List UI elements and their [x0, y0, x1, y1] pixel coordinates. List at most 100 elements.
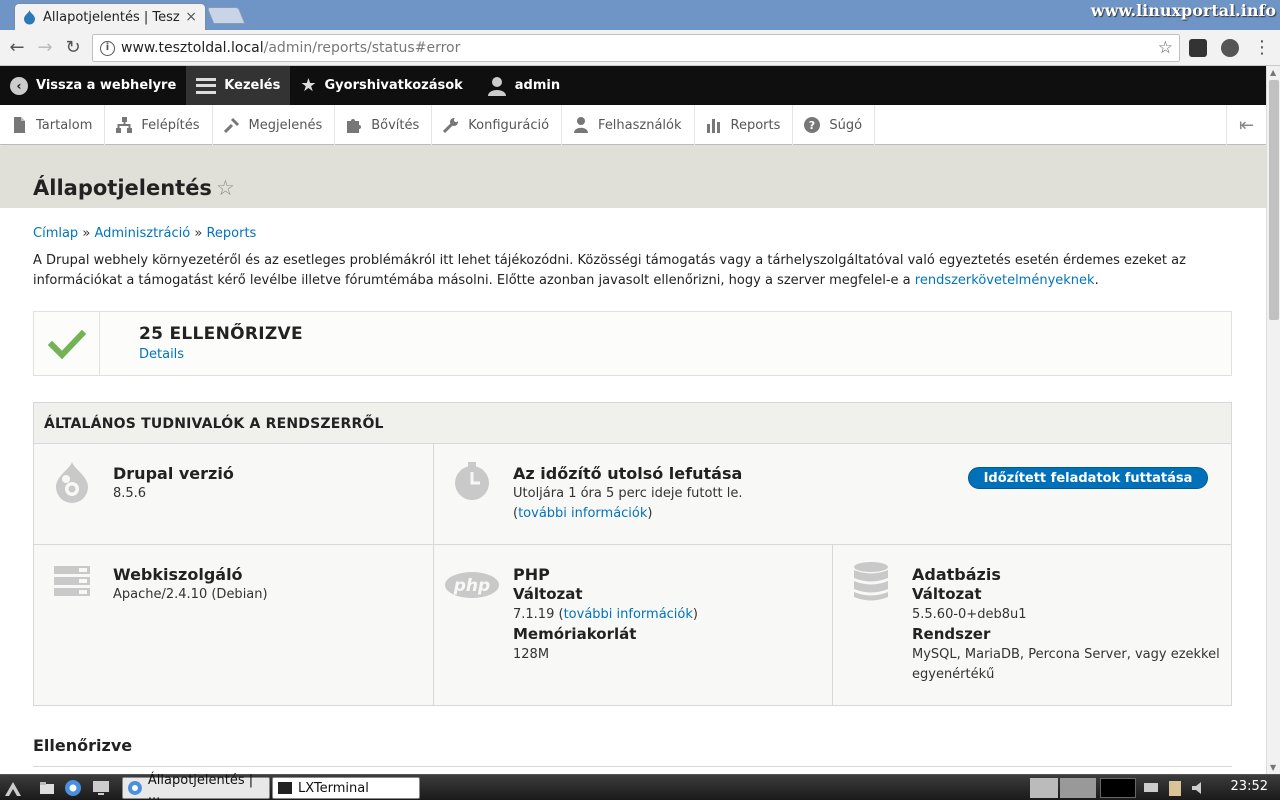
browser-tab-active[interactable]: Állapotjelentés | Tesz ×	[14, 3, 206, 30]
user-label: admin	[514, 78, 561, 93]
details-link[interactable]: Details	[139, 347, 184, 362]
chrome-icon[interactable]	[64, 779, 82, 797]
tray-label: Felépítés	[141, 117, 200, 133]
new-tab-button[interactable]	[206, 7, 246, 24]
reload-icon[interactable]: ↻	[62, 37, 84, 59]
desktop-icon[interactable]	[92, 779, 110, 797]
webserver-title: Webkiszolgáló	[113, 565, 243, 584]
php-title: PHP	[513, 565, 550, 584]
requirements-link[interactable]: rendszerkövetelményeknek	[915, 273, 1095, 288]
section-checked-title: Ellenőrizve	[33, 736, 133, 755]
tray-item-appearance[interactable]: Megjelenés	[213, 105, 336, 145]
clock-icon	[455, 462, 489, 500]
drupal-version-title: Drupal verzió	[113, 464, 234, 483]
checkmark-icon	[47, 329, 87, 360]
taskbar-chrome-window[interactable]: Állapotjelentés | ...	[122, 773, 270, 800]
scroll-up-arrow-icon[interactable]: ▲	[1270, 68, 1276, 77]
shortcuts-tab[interactable]: ★ Gyorshivatkozások	[290, 66, 472, 105]
php-version: 7.1.19 (további információk)	[513, 607, 698, 622]
terminal-icon	[278, 782, 292, 794]
manage-tab[interactable]: Kezelés	[186, 66, 291, 105]
volume-icon[interactable]	[1190, 779, 1208, 797]
tray-label: Konfiguráció	[468, 117, 550, 133]
network-icon[interactable]	[1142, 779, 1160, 797]
tray-label: Reports	[730, 117, 781, 133]
menu-dots-icon[interactable]: ⋮	[1251, 37, 1273, 59]
chrome-cast-icon[interactable]	[1221, 39, 1239, 57]
tray-item-help[interactable]: ? Súgó	[793, 105, 876, 145]
taskbar-task-label: Állapotjelentés | ...	[147, 773, 254, 800]
manage-label: Kezelés	[224, 78, 281, 93]
tray-label: Bővítés	[371, 117, 420, 133]
page-content: ‹ Vissza a webhelyre Kezelés ★ Gyorshiva…	[0, 66, 1266, 774]
scroll-down-arrow-icon[interactable]: ▼	[1270, 763, 1276, 772]
tray-label: Tartalom	[36, 117, 93, 133]
file-manager-icon[interactable]	[38, 779, 56, 797]
divider	[33, 766, 1232, 767]
cron-title: Az időzítő utolsó lefutása	[513, 464, 743, 483]
workspace-2[interactable]	[1060, 778, 1096, 798]
tray-item-reports[interactable]: Reports	[695, 105, 794, 145]
divider	[34, 544, 1231, 545]
forward-arrow-icon[interactable]: →	[34, 37, 56, 59]
tray-item-content[interactable]: Tartalom	[0, 105, 106, 145]
back-arrow-icon[interactable]: ←	[6, 37, 28, 59]
breadcrumb-separator: »	[82, 226, 91, 241]
cron-more-info: (további információk)	[513, 506, 653, 521]
browser-toolbar: ← → ↻ i www.tesztoldal.local/admin/repor…	[0, 30, 1280, 66]
extension-icon[interactable]	[1189, 39, 1207, 57]
lxde-menu-icon[interactable]	[4, 779, 22, 797]
webserver-value: Apache/2.4.10 (Debian)	[113, 587, 268, 602]
address-bar[interactable]: i www.tesztoldal.local/admin/reports/sta…	[92, 34, 1180, 62]
checkmark-cell	[34, 312, 100, 375]
tray-item-configuration[interactable]: Konfiguráció	[432, 105, 563, 145]
database-version-label: Változat	[912, 585, 982, 603]
intro-end: .	[1094, 273, 1099, 288]
taskbar-terminal-window[interactable]: LXTerminal	[272, 777, 420, 799]
star-icon: ★	[300, 75, 317, 96]
cpu-monitor	[1100, 778, 1136, 798]
help-icon: ?	[804, 117, 821, 133]
people-icon	[574, 117, 589, 133]
cron-more-info-link[interactable]: további információk	[518, 506, 647, 521]
back-to-site-link[interactable]: ‹ Vissza a webhelyre	[0, 66, 186, 105]
php-memory-label: Memóriakorlát	[513, 625, 637, 643]
svg-text:php: php	[453, 576, 490, 596]
database-icon	[854, 562, 888, 601]
breadcrumb-admin[interactable]: Adminisztráció	[94, 226, 190, 241]
cron-text: Utoljára 1 óra 5 perc ideje futott le.	[513, 486, 743, 501]
desktop-taskbar: Állapotjelentés | ... LXTerminal 23:52	[0, 773, 1280, 800]
scrollbar-thumb[interactable]	[1269, 80, 1279, 320]
svg-text:?: ?	[809, 119, 815, 132]
system-info-title: ÁLTALÁNOS TUDNIVALÓK A RENDSZERRŐL	[44, 416, 384, 432]
run-cron-button[interactable]: Időzített feladatok futtatása	[968, 467, 1208, 489]
page-scrollbar[interactable]: ▲ ▼	[1266, 66, 1280, 774]
php-logo-icon: php	[445, 572, 499, 598]
clipboard-icon[interactable]	[1166, 779, 1184, 797]
admin-toolbar: ‹ Vissza a webhelyre Kezelés ★ Gyorshiva…	[0, 66, 1266, 105]
tray-item-extend[interactable]: Bővítés	[335, 105, 433, 145]
bookmark-star-icon[interactable]: ☆	[1158, 38, 1173, 58]
tray-item-structure[interactable]: Felépítés	[105, 105, 213, 145]
drupal-version-value: 8.5.6	[113, 486, 147, 501]
url-text[interactable]: www.tesztoldal.local/admin/reports/statu…	[121, 40, 460, 56]
breadcrumb-home[interactable]: Címlap	[33, 226, 78, 241]
php-more-info-link[interactable]: további információk	[564, 607, 693, 622]
collapse-tray-icon[interactable]: ⇤	[1226, 105, 1266, 145]
tab-close-icon[interactable]: ×	[185, 9, 197, 25]
database-title: Adatbázis	[912, 565, 1001, 584]
chrome-icon	[127, 781, 142, 795]
info-icon[interactable]: i	[100, 41, 115, 56]
database-system-value: MySQL, MariaDB, Percona Server, vagy eze…	[912, 647, 1220, 682]
taskbar-clock[interactable]: 23:52	[1231, 779, 1268, 794]
page-title: Állapotjelentés	[33, 176, 212, 200]
server-icon	[54, 566, 90, 596]
url-path: /admin/reports/status#error	[263, 40, 461, 56]
user-tab[interactable]: admin	[473, 66, 570, 105]
tray-item-people[interactable]: Felhasználók	[562, 105, 695, 145]
breadcrumb-reports[interactable]: Reports	[206, 226, 256, 241]
database-version-value: 5.5.60-0+deb8u1	[912, 607, 1027, 622]
sitemap-icon	[116, 117, 133, 133]
shortcut-star-icon[interactable]: ☆	[216, 176, 235, 200]
workspace-1[interactable]	[1030, 778, 1058, 798]
